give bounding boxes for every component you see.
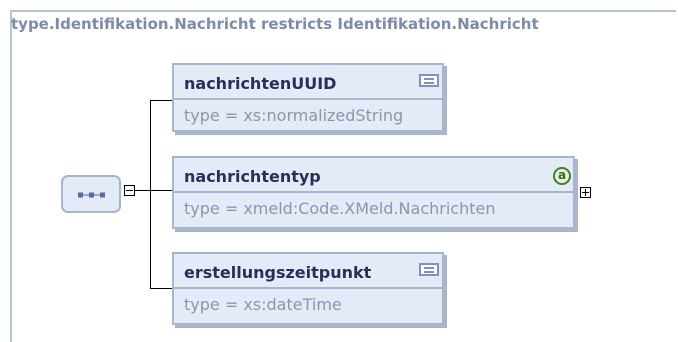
element-divider — [174, 98, 442, 100]
element-type: type = xs:dateTime — [184, 295, 342, 314]
sequence-icon — [78, 192, 105, 198]
branch-to-erstellungszeitpunkt — [150, 288, 172, 289]
sequence-branch-line — [150, 100, 151, 289]
element-nachrichtenUUID[interactable]: nachrichtenUUID type = xs:normalizedStri… — [172, 63, 444, 132]
documentation-icon — [419, 74, 439, 87]
compositor-connector — [135, 190, 151, 191]
element-nachrichtentyp[interactable]: nachrichtentyp a type = xmeld:Code.XMeld… — [172, 156, 575, 229]
element-erstellungszeitpunkt[interactable]: erstellungszeitpunkt type = xs:dateTime — [172, 252, 444, 325]
sequence-compositor[interactable] — [61, 175, 121, 213]
branch-to-nachrichtenUUID — [150, 100, 172, 101]
branch-to-nachrichtentyp — [150, 190, 172, 191]
compositor-collapse-toggle[interactable] — [124, 185, 135, 196]
element-divider — [174, 191, 573, 193]
element-name: nachrichtenUUID — [184, 74, 337, 93]
expand-toggle-nachrichtentyp[interactable] — [580, 187, 591, 198]
element-divider — [174, 287, 442, 289]
attribute-icon: a — [553, 167, 571, 185]
diagram-title: type.Identifikation.Nachricht restricts … — [11, 15, 539, 33]
documentation-icon — [419, 263, 439, 276]
element-type: type = xmeld:Code.XMeld.Nachrichten — [184, 199, 496, 218]
element-name: nachrichtentyp — [184, 167, 321, 186]
element-type: type = xs:normalizedString — [184, 106, 404, 125]
element-name: erstellungszeitpunkt — [184, 263, 372, 282]
